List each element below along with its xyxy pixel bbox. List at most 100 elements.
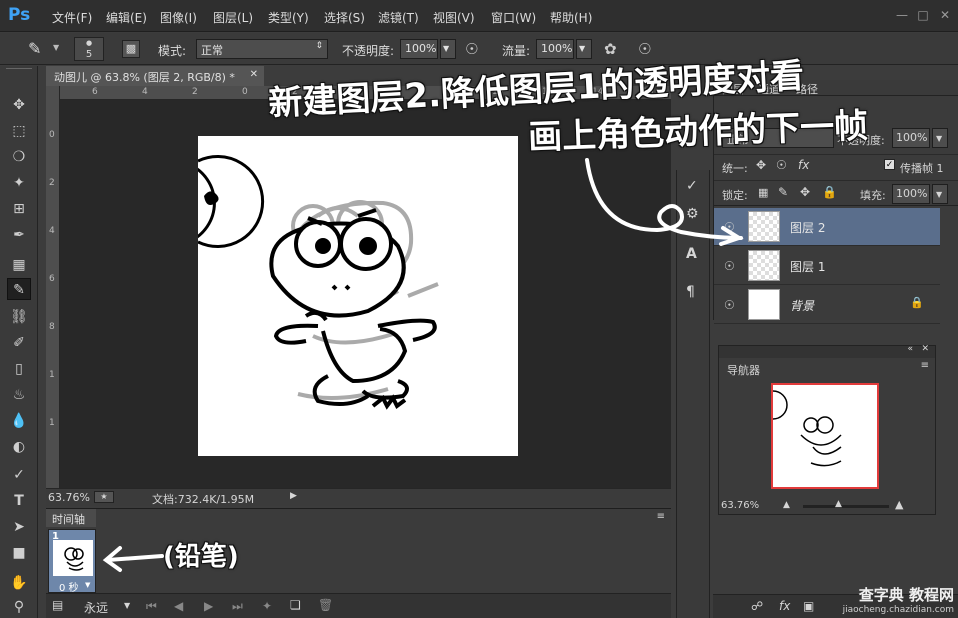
tools-grip[interactable] bbox=[6, 68, 32, 74]
flow-input[interactable]: 100% bbox=[536, 39, 574, 59]
layer-row-background[interactable]: ☉ 背景 🔒 bbox=[714, 286, 940, 324]
status-toggle-icon[interactable]: ★ bbox=[94, 491, 114, 503]
layer-row-layer-2[interactable]: ☉ 图层 2 bbox=[714, 208, 940, 246]
animation-frame[interactable]: 1 0 秒 ▼ bbox=[48, 529, 96, 594]
menu-layer[interactable]: 图层(L) bbox=[213, 9, 253, 26]
first-frame-icon[interactable]: ⏮ bbox=[146, 599, 157, 614]
previous-frame-icon[interactable]: ◀ bbox=[174, 599, 183, 613]
layer-name[interactable]: 图层 1 bbox=[790, 258, 825, 275]
navigator-menu-icon[interactable]: ≡ bbox=[921, 360, 929, 371]
lock-all-icon[interactable]: 🔒 bbox=[822, 185, 837, 199]
marquee-tool-icon[interactable]: ⬚ bbox=[7, 120, 31, 142]
tab-navigator[interactable]: 导航器 bbox=[727, 362, 760, 378]
restore-icon[interactable]: □ bbox=[914, 8, 932, 22]
next-frame-icon[interactable]: ⏭ bbox=[232, 599, 243, 614]
brush-tool-icon[interactable]: ✎ bbox=[28, 39, 41, 58]
type-tool-icon[interactable]: T bbox=[7, 490, 31, 512]
zoom-level[interactable]: 63.76% bbox=[48, 491, 90, 504]
paragraph-panel-icon[interactable]: ¶ bbox=[686, 284, 695, 300]
menu-edit[interactable]: 编辑(E) bbox=[106, 9, 147, 26]
timeline-tab[interactable]: 时间轴 bbox=[46, 509, 96, 527]
mode-select[interactable]: 正常 ⇕ bbox=[196, 39, 328, 59]
timeline-menu-icon[interactable]: ≡ bbox=[657, 511, 665, 522]
lasso-tool-icon[interactable]: ❍ bbox=[7, 146, 31, 168]
brush-tool-active-icon[interactable]: ✎ bbox=[7, 278, 31, 300]
fill-input[interactable]: 100% bbox=[892, 184, 930, 204]
menu-select[interactable]: 选择(S) bbox=[324, 9, 365, 26]
brush-picker[interactable]: ● 5 bbox=[74, 37, 104, 61]
layer-row-layer-1[interactable]: ☉ 图层 1 bbox=[714, 247, 940, 285]
navigator-zoom[interactable]: 63.76% bbox=[721, 500, 759, 511]
menu-image[interactable]: 图像(I) bbox=[160, 9, 197, 26]
frame-delay-chevron-icon[interactable]: ▼ bbox=[85, 581, 90, 589]
move-tool-icon[interactable]: ✥ bbox=[7, 94, 31, 116]
clone-stamp-tool-icon[interactable]: ⛓ bbox=[7, 306, 31, 328]
menu-view[interactable]: 视图(V) bbox=[433, 9, 475, 26]
zoom-slider-thumb-icon[interactable]: ▲ bbox=[835, 499, 842, 509]
close-icon[interactable]: ✕ bbox=[936, 8, 954, 22]
visibility-eye-icon[interactable]: ☉ bbox=[724, 259, 735, 273]
play-icon[interactable]: ▶ bbox=[204, 599, 213, 613]
layer-name[interactable]: 图层 2 bbox=[790, 219, 825, 236]
loop-value[interactable]: 永远 bbox=[84, 599, 108, 616]
propagate-checkbox[interactable]: ✓ bbox=[884, 159, 895, 170]
hand-tool-icon[interactable]: ✋ bbox=[7, 572, 31, 594]
menu-filter[interactable]: 滤镜(T) bbox=[378, 9, 419, 26]
flow-dropdown-icon[interactable]: ▼ bbox=[576, 39, 592, 59]
tool-preset-chevron-icon[interactable]: ▼ bbox=[53, 43, 59, 52]
add-style-icon[interactable]: fx bbox=[779, 599, 790, 613]
opacity-input[interactable]: 100% bbox=[400, 39, 438, 59]
paint-bucket-tool-icon[interactable]: ♨ bbox=[7, 384, 31, 406]
status-menu-arrow-icon[interactable]: ▶ bbox=[290, 491, 297, 501]
navigator-zoom-slider[interactable] bbox=[803, 505, 889, 508]
rectangle-tool-icon[interactable]: ■ bbox=[7, 542, 31, 564]
eyedropper-tool-icon[interactable]: ✒ bbox=[7, 224, 31, 246]
link-layers-icon[interactable]: ☍ bbox=[751, 599, 763, 613]
fill-dropdown-icon[interactable]: ▼ bbox=[932, 184, 948, 204]
blur-tool-icon[interactable]: 💧 bbox=[7, 410, 31, 432]
frame-delay[interactable]: 0 秒 bbox=[59, 579, 79, 594]
unify-position-icon[interactable]: ✥ bbox=[756, 158, 766, 172]
unify-visibility-icon[interactable]: ☉ bbox=[776, 158, 787, 172]
duplicate-frame-icon[interactable]: ❏ bbox=[290, 598, 301, 612]
menu-window[interactable]: 窗口(W) bbox=[491, 9, 536, 26]
eraser-tool-icon[interactable]: ▯ bbox=[7, 358, 31, 380]
document-canvas[interactable] bbox=[198, 136, 518, 456]
airbrush-icon[interactable]: ✿ bbox=[604, 40, 617, 58]
history-brush-tool-icon[interactable]: ✐ bbox=[7, 332, 31, 354]
menu-type[interactable]: 类型(Y) bbox=[268, 9, 309, 26]
collapse-panel-icon[interactable]: « bbox=[907, 344, 913, 354]
close-panel-icon[interactable]: ✕ bbox=[921, 344, 929, 354]
navigator-preview[interactable] bbox=[758, 383, 879, 489]
loop-chevron-icon[interactable]: ▼ bbox=[124, 601, 130, 610]
unify-style-icon[interactable]: fx bbox=[798, 158, 809, 172]
add-mask-icon[interactable]: ▣ bbox=[803, 599, 814, 613]
dodge-tool-icon[interactable]: ◐ bbox=[7, 436, 31, 458]
menu-help[interactable]: 帮助(H) bbox=[550, 9, 592, 26]
delete-frame-icon[interactable]: 🗑 bbox=[318, 598, 333, 612]
lock-position-icon[interactable]: ✥ bbox=[800, 185, 810, 199]
brush-panel-icon[interactable]: ▩ bbox=[122, 40, 140, 58]
zoom-tool-icon[interactable]: ⚲ bbox=[7, 596, 31, 618]
lock-transparency-icon[interactable]: ▦ bbox=[758, 186, 768, 199]
minimize-icon[interactable]: — bbox=[893, 8, 911, 22]
lock-pixels-icon[interactable]: ✎ bbox=[778, 185, 788, 199]
pressure-opacity-icon[interactable]: ☉ bbox=[465, 40, 478, 58]
opacity-dropdown-icon[interactable]: ▼ bbox=[440, 39, 456, 59]
close-document-icon[interactable]: ✕ bbox=[250, 69, 258, 80]
pen-tool-icon[interactable]: ✓ bbox=[7, 464, 31, 486]
path-selection-tool-icon[interactable]: ➤ bbox=[7, 516, 31, 538]
spot-healing-tool-icon[interactable]: ▦ bbox=[7, 254, 31, 276]
convert-timeline-icon[interactable]: ▤ bbox=[52, 598, 63, 612]
layer-opacity-dropdown-icon[interactable]: ▼ bbox=[932, 128, 948, 148]
magic-wand-tool-icon[interactable]: ✦ bbox=[7, 172, 31, 194]
visibility-eye-icon[interactable]: ☉ bbox=[724, 298, 735, 312]
layer-opacity-input[interactable]: 100% bbox=[892, 128, 930, 148]
tween-icon[interactable]: ✦ bbox=[262, 599, 272, 613]
crop-tool-icon[interactable]: ⊞ bbox=[7, 198, 31, 220]
document-tab[interactable]: 动图儿 @ 63.8% (图层 2, RGB/8) * ✕ bbox=[46, 66, 264, 86]
menu-file[interactable]: 文件(F) bbox=[52, 9, 92, 26]
zoom-in-icon[interactable]: ▲ bbox=[895, 498, 903, 511]
zoom-out-icon[interactable]: ▲ bbox=[783, 500, 790, 510]
layer-name[interactable]: 背景 bbox=[790, 297, 814, 314]
